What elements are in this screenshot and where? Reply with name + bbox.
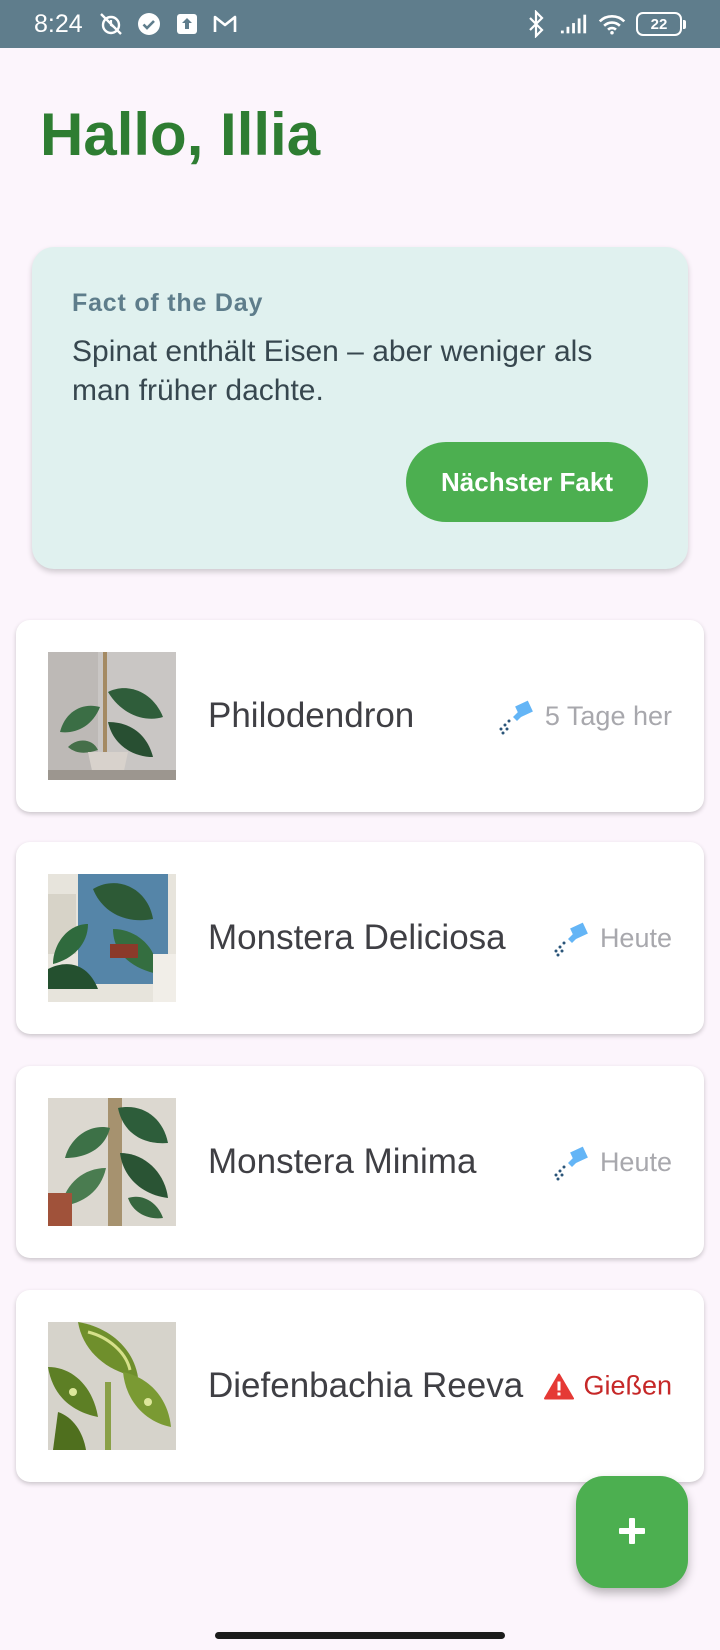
battery-indicator: 22 [636,12,686,36]
watering-can-icon [550,1143,592,1181]
bluetooth-icon [522,10,550,38]
watering-status: 5 Tage her [495,697,672,735]
alarm-off-icon [97,10,125,38]
status-time: 8:24 [34,9,83,38]
warning-icon [543,1372,575,1400]
watering-alert-status: Gießen [543,1371,672,1402]
fact-of-the-day-card: Fact of the Day Spinat enthält Eisen – a… [32,247,688,569]
fact-title: Fact of the Day [72,289,264,317]
add-plant-button[interactable] [576,1476,688,1588]
status-bar: 8:24 22 [0,0,720,48]
watering-can-icon [495,697,537,735]
watering-status-text: Heute [599,1146,672,1177]
watering-status-text: 5 Tage her [544,700,672,731]
plant-name: Monstera Deliciosa [208,918,506,957]
plant-photo [48,874,176,1002]
upload-icon [173,10,201,38]
plant-card-monstera-deliciosa[interactable]: Monstera Deliciosa Heute [16,842,704,1034]
watering-status: Heute [550,1143,672,1181]
signal-icon [560,10,588,38]
check-circle-icon [135,10,163,38]
watering-status: Heute [550,919,672,957]
next-fact-button[interactable]: Nächster Fakt [406,442,648,522]
wifi-icon [598,10,626,38]
watering-status-text: Heute [599,922,672,953]
plant-name: Monstera Minima [208,1142,477,1181]
gmail-icon [211,10,239,38]
plant-photo [48,652,176,780]
home-indicator[interactable] [215,1632,505,1639]
plant-name: Philodendron [208,696,415,735]
plant-card-monstera-minima[interactable]: Monstera Minima Heute [16,1066,704,1258]
plant-photo [48,1322,176,1450]
plant-card-diefenbachia-reeva[interactable]: Diefenbachia Reeva Gießen [16,1290,704,1482]
plant-photo [48,1098,176,1226]
plus-icon [617,1516,647,1549]
watering-can-icon [550,919,592,957]
watering-status-text: Gießen [583,1370,672,1401]
plant-card-philodendron[interactable]: Philodendron 5 Tage her [16,620,704,812]
greeting-title: Hallo, Illia [40,101,321,168]
plant-name: Diefenbachia Reeva [208,1366,524,1405]
fact-text: Spinat enthält Eisen – aber weniger als … [72,335,593,407]
